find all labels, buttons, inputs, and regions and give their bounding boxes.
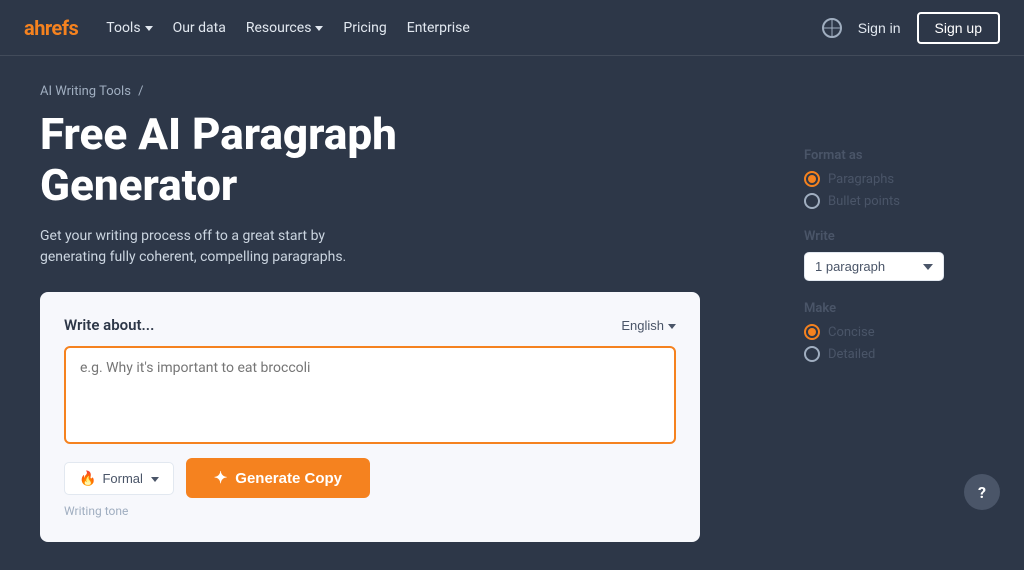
- formal-button[interactable]: 🔥 Formal: [64, 462, 174, 495]
- main-content: AI Writing Tools / Free AI Paragraph Gen…: [0, 56, 1024, 570]
- logo-accent: a: [24, 16, 34, 40]
- make-concise-radio[interactable]: [804, 324, 820, 340]
- format-bullets-radio[interactable]: [804, 193, 820, 209]
- tool-card: Write about... English 🔥 Formal ✦ Genera…: [40, 292, 700, 542]
- writing-tone-label: Writing tone: [64, 504, 676, 518]
- left-column: AI Writing Tools / Free AI Paragraph Gen…: [40, 84, 784, 542]
- nav-pricing[interactable]: Pricing: [343, 20, 386, 36]
- help-button[interactable]: ?: [964, 474, 1000, 510]
- logo[interactable]: ahrefs: [24, 16, 78, 40]
- sign-up-button[interactable]: Sign up: [917, 12, 1000, 44]
- nav-actions: Sign in Sign up: [822, 12, 1000, 44]
- generate-copy-button[interactable]: ✦ Generate Copy: [186, 458, 370, 498]
- nav-tools[interactable]: Tools: [106, 20, 152, 36]
- make-detailed-label: Detailed: [828, 347, 875, 362]
- chevron-down-icon: [668, 324, 676, 329]
- radio-inner: [808, 175, 816, 183]
- write-section: Write 1 paragraph 2 paragraphs 3 paragra…: [804, 229, 984, 281]
- page-title: Free AI Paragraph Generator: [40, 109, 500, 210]
- paragraph-count-select[interactable]: 1 paragraph 2 paragraphs 3 paragraphs: [804, 252, 944, 281]
- breadcrumb: AI Writing Tools /: [40, 84, 784, 99]
- language-icon[interactable]: [822, 18, 842, 38]
- format-bullets-label: Bullet points: [828, 194, 900, 209]
- tool-card-header: Write about... English: [64, 316, 676, 334]
- make-concise-label: Concise: [828, 325, 875, 340]
- format-paragraphs-option[interactable]: Paragraphs: [804, 171, 984, 187]
- format-section: Format as Paragraphs Bullet points: [804, 148, 984, 209]
- textarea-wrapper: [64, 346, 676, 444]
- make-detailed-radio[interactable]: [804, 346, 820, 362]
- plus-icon: ✦: [214, 468, 227, 488]
- nav-resources[interactable]: Resources: [246, 20, 324, 36]
- chevron-down-icon: [315, 26, 323, 31]
- language-selector[interactable]: English: [621, 318, 676, 333]
- chevron-down-icon: [145, 26, 153, 31]
- write-about-label: Write about...: [64, 316, 154, 334]
- right-column: Format as Paragraphs Bullet points Write…: [804, 84, 984, 542]
- nav-our-data[interactable]: Our data: [173, 20, 226, 36]
- make-section: Make Concise Detailed: [804, 301, 984, 362]
- main-textarea[interactable]: [66, 348, 674, 438]
- flame-icon: 🔥: [79, 470, 96, 487]
- nav-enterprise[interactable]: Enterprise: [407, 20, 470, 36]
- make-section-title: Make: [804, 301, 984, 316]
- sign-in-button[interactable]: Sign in: [858, 20, 901, 36]
- format-paragraphs-label: Paragraphs: [828, 172, 894, 187]
- make-detailed-option[interactable]: Detailed: [804, 346, 984, 362]
- make-concise-option[interactable]: Concise: [804, 324, 984, 340]
- chevron-down-icon: [151, 477, 159, 482]
- tool-card-footer: 🔥 Formal ✦ Generate Copy: [64, 458, 676, 498]
- radio-inner: [808, 328, 816, 336]
- breadcrumb-separator: /: [138, 84, 143, 99]
- write-section-title: Write: [804, 229, 984, 244]
- format-paragraphs-radio[interactable]: [804, 171, 820, 187]
- format-bullets-option[interactable]: Bullet points: [804, 193, 984, 209]
- format-section-title: Format as: [804, 148, 984, 163]
- breadcrumb-parent[interactable]: AI Writing Tools: [40, 84, 131, 99]
- nav-links: Tools Our data Resources Pricing Enterpr…: [106, 20, 821, 36]
- navbar: ahrefs Tools Our data Resources Pricing …: [0, 0, 1024, 56]
- page-subtitle: Get your writing process off to a great …: [40, 226, 360, 268]
